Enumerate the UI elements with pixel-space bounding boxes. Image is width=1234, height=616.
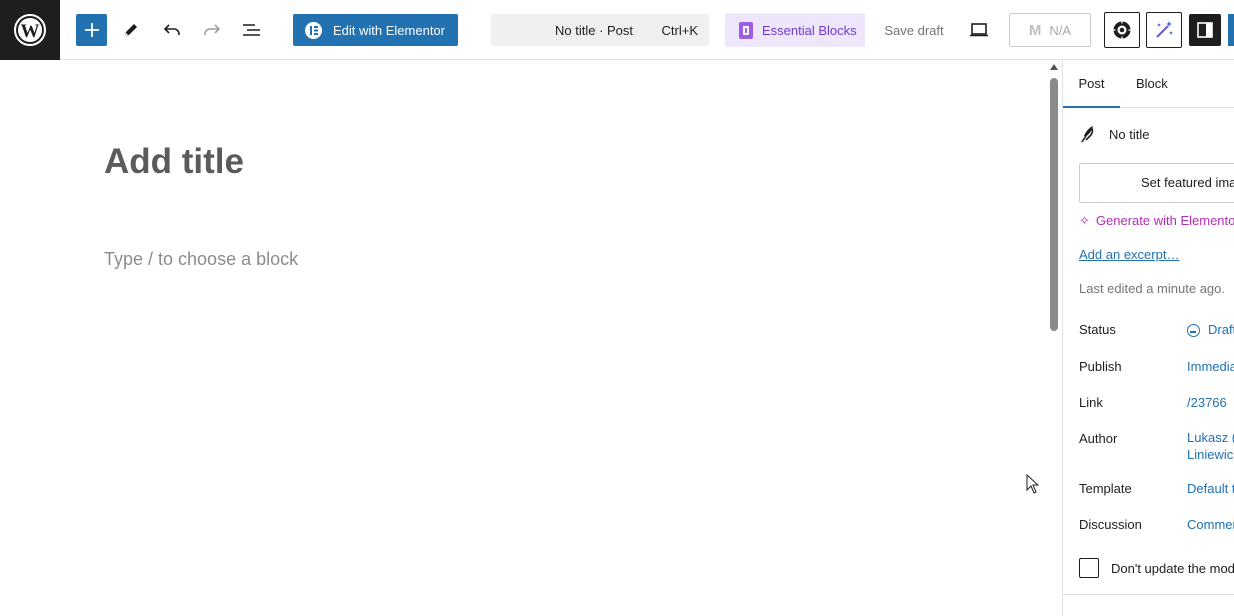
edit-with-elementor-label: Edit with Elementor <box>333 22 445 38</box>
seo-plugin-icon: M <box>1028 21 1042 39</box>
author-value-line2: Liniewicz <box>1187 447 1234 462</box>
laptop-icon <box>970 23 988 37</box>
last-edited-text: Last edited a minute ago. <box>1079 281 1225 296</box>
tab-block[interactable]: Block <box>1136 61 1168 107</box>
save-draft-button[interactable]: Save draft <box>878 14 950 46</box>
command-palette-button[interactable]: No title · Post Ctrl+K <box>491 14 709 46</box>
essential-blocks-button[interactable]: Essential Blocks <box>725 13 865 47</box>
undo-button[interactable] <box>156 14 188 46</box>
edit-with-elementor-button[interactable]: Edit with Elementor <box>293 14 458 46</box>
scroll-thumb[interactable] <box>1050 78 1058 331</box>
editor-canvas[interactable]: Add title Type / to choose a block <box>0 61 1046 616</box>
status-value-text: Draft <box>1208 322 1234 337</box>
set-featured-image-button[interactable]: Set featured image <box>1079 163 1234 203</box>
command-title: No title · Post <box>555 23 634 38</box>
sidebar-tabs: Post Block <box>1063 61 1234 108</box>
dont-update-modified-label[interactable]: Don't update the modified date <box>1111 561 1234 576</box>
redo-button[interactable] <box>196 14 228 46</box>
post-title-input[interactable]: Add title <box>104 142 244 182</box>
generate-label: Generate with Elementor <box>1095 213 1234 228</box>
sidebar-divider <box>1063 594 1234 595</box>
settings-sidebar: Post Block No title Set featured image ✧… <box>1062 61 1234 616</box>
ai-assistant-button[interactable] <box>1146 12 1182 48</box>
status-value[interactable]: Draft <box>1187 321 1234 338</box>
wordpress-logo-icon[interactable]: W <box>0 0 60 60</box>
gear-icon <box>1113 21 1131 39</box>
pencil-icon <box>125 24 137 36</box>
author-label: Author <box>1079 431 1118 446</box>
essential-blocks-label: Essential Blocks <box>762 22 857 38</box>
sidebar-icon <box>1197 22 1213 38</box>
command-shortcut: Ctrl+K <box>661 23 698 38</box>
post-card-title: No title <box>1109 126 1150 142</box>
elementor-icon <box>305 21 322 39</box>
preview-button[interactable] <box>963 14 995 46</box>
generate-with-elementor-link[interactable]: ✧ Generate with Elementor <box>1079 213 1234 229</box>
draft-status-icon <box>1187 324 1200 337</box>
plus-icon <box>84 23 99 37</box>
add-block-button[interactable] <box>76 14 107 46</box>
undo-icon <box>163 24 180 35</box>
publish-label: Publish <box>1079 359 1122 374</box>
essential-blocks-icon <box>739 21 753 39</box>
template-value[interactable]: Default template <box>1187 480 1234 497</box>
redo-icon <box>204 24 221 35</box>
svg-text:W: W <box>21 21 40 42</box>
post-card: No title <box>1079 125 1149 143</box>
tools-button[interactable] <box>115 14 147 46</box>
discussion-label: Discussion <box>1079 517 1142 532</box>
document-overview-button[interactable] <box>236 14 268 46</box>
seo-score-label: N/A <box>1049 22 1072 38</box>
author-value-line1: Lukasz (L <box>1187 430 1234 445</box>
editor-scrollbar[interactable] <box>1046 61 1062 616</box>
feather-icon <box>1081 126 1094 143</box>
editor-toolbar: W Edit with Elementor No title · Post Ct… <box>0 0 1234 60</box>
link-label: Link <box>1079 395 1103 410</box>
seo-score-button[interactable]: M N/A <box>1009 13 1091 47</box>
tab-post[interactable]: Post <box>1063 61 1120 108</box>
dont-update-modified-checkbox[interactable] <box>1079 558 1099 578</box>
settings-button[interactable] <box>1104 12 1140 48</box>
mouse-cursor-icon <box>1026 474 1040 494</box>
sidebar-toggle-button[interactable] <box>1189 14 1221 46</box>
link-value[interactable]: /23766 <box>1187 394 1227 411</box>
publish-button[interactable] <box>1228 14 1234 46</box>
scroll-up-arrow-icon[interactable] <box>1050 64 1058 70</box>
magic-wand-icon <box>1156 21 1173 38</box>
sparkle-icon: ✧ <box>1079 213 1090 228</box>
publish-value[interactable]: Immediately <box>1187 358 1234 375</box>
discussion-value[interactable]: Comments <box>1187 516 1234 533</box>
author-value[interactable]: Lukasz (L Liniewicz <box>1187 429 1234 463</box>
list-view-icon <box>243 24 260 36</box>
add-excerpt-link[interactable]: Add an excerpt… <box>1079 247 1179 262</box>
block-appender[interactable]: Type / to choose a block <box>104 249 298 270</box>
template-label: Template <box>1079 481 1132 496</box>
status-label: Status <box>1079 322 1116 337</box>
